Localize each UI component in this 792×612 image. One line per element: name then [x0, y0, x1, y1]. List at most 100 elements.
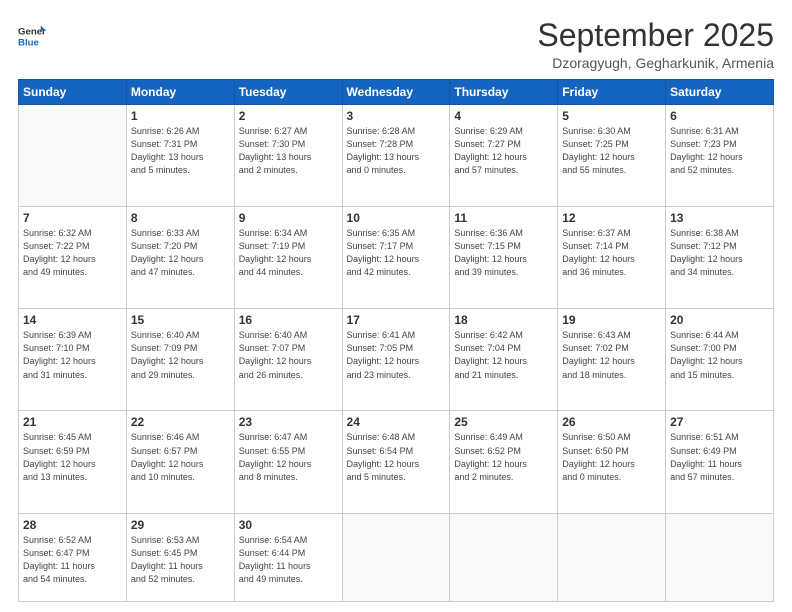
calendar-cell: 4Sunrise: 6:29 AM Sunset: 7:27 PM Daylig… — [450, 105, 558, 207]
day-info: Sunrise: 6:39 AM Sunset: 7:10 PM Dayligh… — [23, 329, 122, 381]
day-number: 18 — [454, 313, 553, 327]
calendar-cell: 29 Sunrise: 6:53 AM Sunset: 6:45 PM Dayli… — [126, 513, 234, 601]
calendar-cell: 8 Sunrise: 6:33 AM Sunset: 7:20 PM Daylig… — [126, 207, 234, 309]
day-number: 23 — [239, 415, 338, 429]
calendar-cell: 11 Sunrise: 6:36 AM Sunset: 7:15 PM Dayli… — [450, 207, 558, 309]
calendar-cell: 25Sunrise: 6:49 AM Sunset: 6:52 PM Dayli… — [450, 411, 558, 513]
day-info: Sunrise: 6:28 AM Sunset: 7:28 PM Dayligh… — [347, 125, 446, 177]
day-info: Sunrise: 6:44 AM Sunset: 7:00 PM Dayligh… — [670, 329, 769, 381]
day-info: Sunrise: 6:48 AM Sunset: 6:54 PM Dayligh… — [347, 431, 446, 483]
day-number: 2 — [239, 109, 338, 123]
day-info: Sunrise: 6:43 AM Sunset: 7:02 PM Dayligh… — [562, 329, 661, 381]
calendar-cell — [19, 105, 127, 207]
calendar-cell: 5 Sunrise: 6:30 AM Sunset: 7:25 PM Daylig… — [558, 105, 666, 207]
day-number: 6 — [670, 109, 769, 123]
calendar-cell: 6 Sunrise: 6:31 AM Sunset: 7:23 PM Daylig… — [666, 105, 774, 207]
week-row-1: 1 Sunrise: 6:26 AM Sunset: 7:31 PM Daylig… — [19, 105, 774, 207]
calendar-cell: 21 Sunrise: 6:45 AM Sunset: 6:59 PM Dayli… — [19, 411, 127, 513]
day-number: 21 — [23, 415, 122, 429]
calendar-cell: 13 Sunrise: 6:38 AM Sunset: 7:12 PM Dayli… — [666, 207, 774, 309]
calendar-cell — [558, 513, 666, 601]
day-number: 1 — [131, 109, 230, 123]
day-info: Sunrise: 6:47 AM Sunset: 6:55 PM Dayligh… — [239, 431, 338, 483]
logo: General Blue — [18, 22, 46, 50]
day-number: 9 — [239, 211, 338, 225]
calendar-cell: 3Sunrise: 6:28 AM Sunset: 7:28 PM Daylig… — [342, 105, 450, 207]
week-row-2: 7 Sunrise: 6:32 AM Sunset: 7:22 PM Daylig… — [19, 207, 774, 309]
weekday-header-saturday: Saturday — [666, 80, 774, 105]
calendar-cell: 9 Sunrise: 6:34 AM Sunset: 7:19 PM Daylig… — [234, 207, 342, 309]
day-info: Sunrise: 6:36 AM Sunset: 7:15 PM Dayligh… — [454, 227, 553, 279]
day-info: Sunrise: 6:53 AM Sunset: 6:45 PM Dayligh… — [131, 534, 230, 586]
weekday-header-thursday: Thursday — [450, 80, 558, 105]
day-number: 4 — [454, 109, 553, 123]
week-row-4: 21 Sunrise: 6:45 AM Sunset: 6:59 PM Dayli… — [19, 411, 774, 513]
calendar-cell: 28 Sunrise: 6:52 AM Sunset: 6:47 PM Dayli… — [19, 513, 127, 601]
day-number: 5 — [562, 109, 661, 123]
day-number: 12 — [562, 211, 661, 225]
day-info: Sunrise: 6:49 AM Sunset: 6:52 PM Dayligh… — [454, 431, 553, 483]
calendar-cell: 30Sunrise: 6:54 AM Sunset: 6:44 PM Dayli… — [234, 513, 342, 601]
calendar-cell — [450, 513, 558, 601]
calendar-cell: 7 Sunrise: 6:32 AM Sunset: 7:22 PM Daylig… — [19, 207, 127, 309]
day-info: Sunrise: 6:27 AM Sunset: 7:30 PM Dayligh… — [239, 125, 338, 177]
day-info: Sunrise: 6:38 AM Sunset: 7:12 PM Dayligh… — [670, 227, 769, 279]
day-number: 17 — [347, 313, 446, 327]
weekday-header-monday: Monday — [126, 80, 234, 105]
calendar-cell: 24 Sunrise: 6:48 AM Sunset: 6:54 PM Dayli… — [342, 411, 450, 513]
weekday-header-row: SundayMondayTuesdayWednesdayThursdayFrid… — [19, 80, 774, 105]
calendar-cell: 26Sunrise: 6:50 AM Sunset: 6:50 PM Dayli… — [558, 411, 666, 513]
calendar-cell: 14Sunrise: 6:39 AM Sunset: 7:10 PM Dayli… — [19, 309, 127, 411]
calendar-cell: 20 Sunrise: 6:44 AM Sunset: 7:00 PM Dayli… — [666, 309, 774, 411]
day-number: 13 — [670, 211, 769, 225]
day-info: Sunrise: 6:30 AM Sunset: 7:25 PM Dayligh… — [562, 125, 661, 177]
calendar-cell: 15 Sunrise: 6:40 AM Sunset: 7:09 PM Dayli… — [126, 309, 234, 411]
week-row-3: 14Sunrise: 6:39 AM Sunset: 7:10 PM Dayli… — [19, 309, 774, 411]
day-info: Sunrise: 6:40 AM Sunset: 7:07 PM Dayligh… — [239, 329, 338, 381]
calendar-cell — [342, 513, 450, 601]
title-block: September 2025 Dzoragyugh, Gegharkunik, … — [537, 18, 774, 71]
calendar-cell: 2 Sunrise: 6:27 AM Sunset: 7:30 PM Daylig… — [234, 105, 342, 207]
calendar-cell: 1 Sunrise: 6:26 AM Sunset: 7:31 PM Daylig… — [126, 105, 234, 207]
calendar-cell: 23 Sunrise: 6:47 AM Sunset: 6:55 PM Dayli… — [234, 411, 342, 513]
day-number: 20 — [670, 313, 769, 327]
day-number: 16 — [239, 313, 338, 327]
calendar-cell: 27 Sunrise: 6:51 AM Sunset: 6:49 PM Dayli… — [666, 411, 774, 513]
day-number: 7 — [23, 211, 122, 225]
day-info: Sunrise: 6:45 AM Sunset: 6:59 PM Dayligh… — [23, 431, 122, 483]
weekday-header-sunday: Sunday — [19, 80, 127, 105]
day-number: 15 — [131, 313, 230, 327]
day-number: 28 — [23, 518, 122, 532]
calendar-cell: 19Sunrise: 6:43 AM Sunset: 7:02 PM Dayli… — [558, 309, 666, 411]
day-info: Sunrise: 6:33 AM Sunset: 7:20 PM Dayligh… — [131, 227, 230, 279]
day-info: Sunrise: 6:54 AM Sunset: 6:44 PM Dayligh… — [239, 534, 338, 586]
week-row-5: 28 Sunrise: 6:52 AM Sunset: 6:47 PM Dayli… — [19, 513, 774, 601]
day-info: Sunrise: 6:37 AM Sunset: 7:14 PM Dayligh… — [562, 227, 661, 279]
day-number: 11 — [454, 211, 553, 225]
day-number: 22 — [131, 415, 230, 429]
day-info: Sunrise: 6:42 AM Sunset: 7:04 PM Dayligh… — [454, 329, 553, 381]
day-info: Sunrise: 6:52 AM Sunset: 6:47 PM Dayligh… — [23, 534, 122, 586]
logo-icon: General Blue — [18, 22, 46, 50]
day-number: 27 — [670, 415, 769, 429]
weekday-header-wednesday: Wednesday — [342, 80, 450, 105]
day-number: 24 — [347, 415, 446, 429]
calendar-cell: 17 Sunrise: 6:41 AM Sunset: 7:05 PM Dayli… — [342, 309, 450, 411]
day-info: Sunrise: 6:46 AM Sunset: 6:57 PM Dayligh… — [131, 431, 230, 483]
day-info: Sunrise: 6:41 AM Sunset: 7:05 PM Dayligh… — [347, 329, 446, 381]
calendar: SundayMondayTuesdayWednesdayThursdayFrid… — [18, 79, 774, 602]
day-info: Sunrise: 6:26 AM Sunset: 7:31 PM Dayligh… — [131, 125, 230, 177]
calendar-cell: 10Sunrise: 6:35 AM Sunset: 7:17 PM Dayli… — [342, 207, 450, 309]
day-number: 26 — [562, 415, 661, 429]
day-info: Sunrise: 6:32 AM Sunset: 7:22 PM Dayligh… — [23, 227, 122, 279]
day-info: Sunrise: 6:40 AM Sunset: 7:09 PM Dayligh… — [131, 329, 230, 381]
day-number: 29 — [131, 518, 230, 532]
calendar-cell: 22 Sunrise: 6:46 AM Sunset: 6:57 PM Dayli… — [126, 411, 234, 513]
day-info: Sunrise: 6:51 AM Sunset: 6:49 PM Dayligh… — [670, 431, 769, 483]
day-info: Sunrise: 6:34 AM Sunset: 7:19 PM Dayligh… — [239, 227, 338, 279]
day-info: Sunrise: 6:31 AM Sunset: 7:23 PM Dayligh… — [670, 125, 769, 177]
header: General Blue September 2025 Dzoragyugh, … — [18, 18, 774, 71]
svg-text:Blue: Blue — [18, 38, 39, 49]
day-number: 10 — [347, 211, 446, 225]
day-number: 8 — [131, 211, 230, 225]
